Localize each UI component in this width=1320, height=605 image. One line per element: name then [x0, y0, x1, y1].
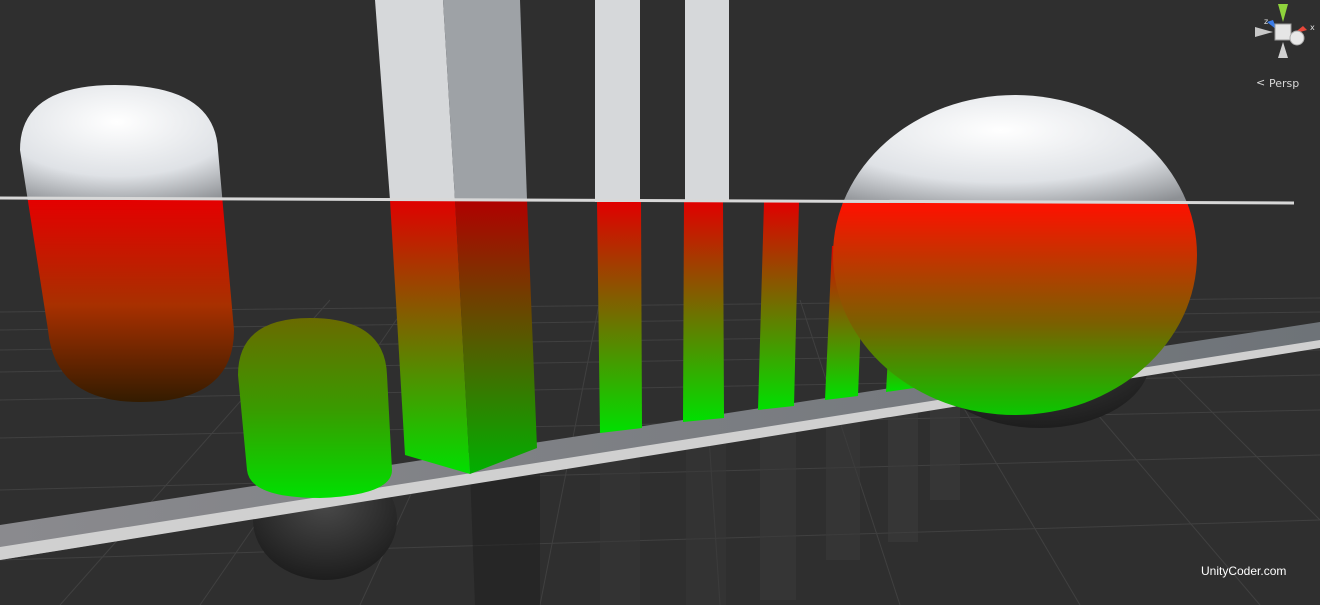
projection-icon: < [1256, 76, 1265, 89]
projection-label[interactable]: Persp [1269, 77, 1299, 90]
box-pillar-top-side [443, 0, 527, 200]
scene-viewport[interactable]: z y x < Persp UnityCoder.com [0, 0, 1320, 605]
projection-toggle[interactable]: < Persp [1256, 76, 1299, 90]
watermark-text: UnityCoder.com [1201, 564, 1286, 578]
bar-1[interactable] [597, 202, 642, 433]
gizmo-z-label: z [1264, 17, 1268, 26]
bar-2[interactable] [683, 202, 724, 422]
gizmo-neg-z-sphere-icon[interactable] [1290, 31, 1304, 45]
scene-canvas[interactable]: z y x < Persp UnityCoder.com [0, 0, 1320, 605]
gizmo-x-label: x [1310, 23, 1315, 32]
pillar-2-top [595, 0, 640, 202]
pillar-3-top [685, 0, 729, 202]
gizmo-center-cube-icon[interactable] [1275, 24, 1291, 40]
green-capsule[interactable] [238, 318, 392, 498]
bar-3[interactable] [758, 202, 799, 410]
